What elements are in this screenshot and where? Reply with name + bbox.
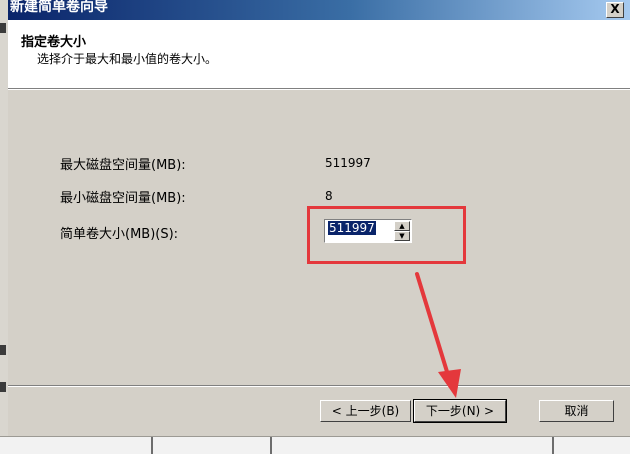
annotation-arrow-icon xyxy=(415,272,461,398)
